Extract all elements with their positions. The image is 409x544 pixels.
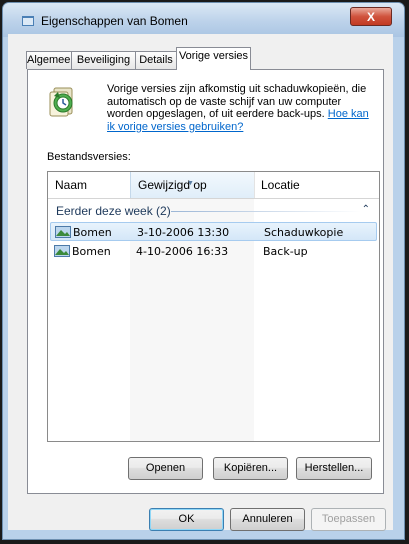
tab-algemeen[interactable]: Algemeen (26, 51, 77, 69)
column-header-location[interactable]: Locatie (254, 172, 379, 198)
description-text: Vorige versies zijn afkomstig uit schadu… (107, 83, 379, 133)
row-location: Back-up (263, 245, 308, 258)
row-modified: 4-10-2006 16:33 (136, 245, 229, 258)
file-icon (55, 226, 71, 238)
tab-vorige-versies[interactable]: Vorige versies (176, 47, 251, 70)
close-button[interactable]: X (350, 7, 392, 26)
file-icon (54, 245, 70, 257)
list-row[interactable]: Bomen 4-10-2006 16:33 Back-up (50, 242, 377, 261)
column-header-modified[interactable]: ▼ Gewijzigd op (130, 172, 255, 198)
row-name: Bomen (72, 245, 111, 258)
title-bar[interactable]: Eigenschappen van Bomen X (3, 3, 404, 37)
row-location: Schaduwkopie (264, 226, 344, 239)
open-button[interactable]: Openen (128, 457, 203, 480)
versions-list[interactable]: Naam ▼ Gewijzigd op Locatie Eerder deze … (47, 171, 380, 442)
previous-versions-icon (49, 87, 73, 117)
folder-icon (22, 16, 34, 26)
row-name: Bomen (73, 226, 112, 239)
file-versions-label: Bestandsversies: (47, 151, 131, 163)
column-header-name[interactable]: Naam (48, 172, 131, 198)
chevron-up-icon[interactable]: ⌃ (362, 201, 370, 219)
window-title: Eigenschappen van Bomen (41, 14, 188, 28)
tab-beveiliging[interactable]: Beveiliging (71, 51, 136, 69)
row-modified: 3-10-2006 13:30 (137, 226, 230, 239)
group-label: Eerder deze week (2) (56, 204, 171, 218)
group-header[interactable]: Eerder deze week (2) ⌃ (56, 202, 374, 220)
group-divider (171, 211, 361, 212)
sort-arrow-icon: ▼ (187, 180, 194, 187)
tab-details[interactable]: Details (135, 51, 177, 69)
list-header: Naam ▼ Gewijzigd op Locatie (48, 172, 379, 199)
apply-button[interactable]: Toepassen (311, 508, 386, 531)
list-row[interactable]: Bomen 3-10-2006 13:30 Schaduwkopie (50, 222, 377, 241)
column-header-modified-label: Gewijzigd op (138, 178, 207, 192)
ok-button[interactable]: OK (149, 508, 224, 531)
restore-button[interactable]: Herstellen... (296, 457, 372, 480)
copy-button[interactable]: Kopiëren... (213, 457, 288, 480)
cancel-button[interactable]: Annuleren (230, 508, 305, 531)
